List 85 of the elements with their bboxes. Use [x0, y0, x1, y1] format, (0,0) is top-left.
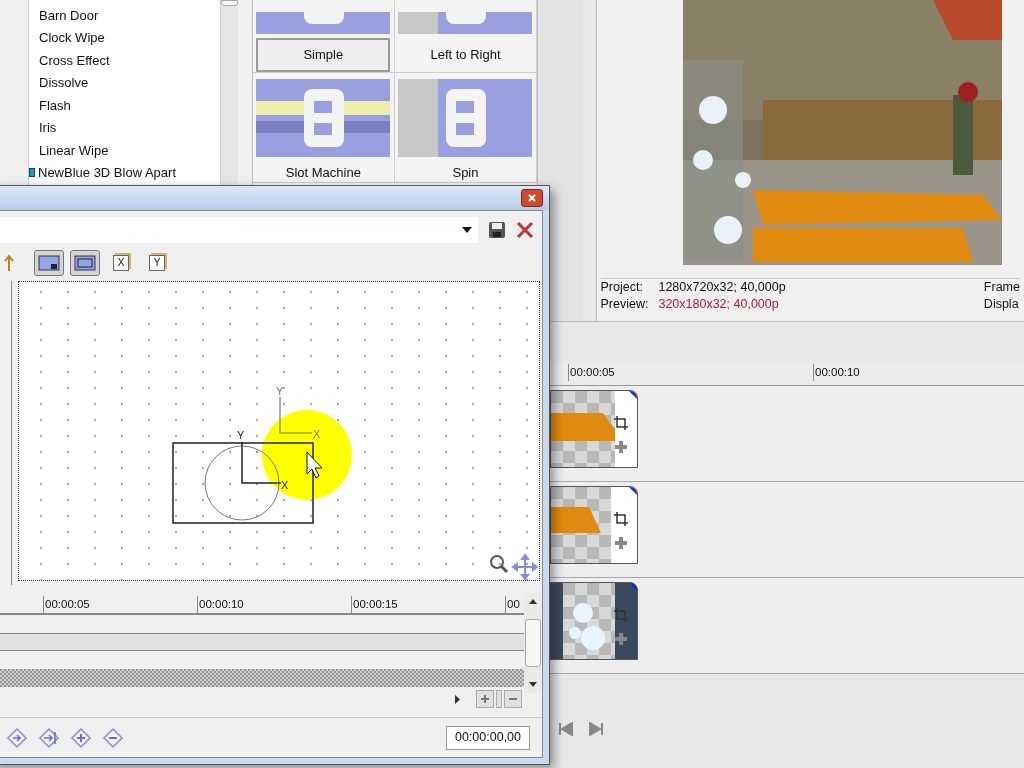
mouse-cursor-icon — [306, 451, 323, 479]
plus-icon — [481, 695, 489, 703]
preset-label[interactable]: Left to Right — [398, 38, 533, 72]
transition-item[interactable]: Barn Door — [29, 4, 220, 27]
skip-forward-icon[interactable] — [588, 722, 604, 736]
crop-icon[interactable] — [613, 415, 629, 431]
close-icon — [528, 194, 536, 202]
info-value: 1280x720x32; 40,000p — [658, 279, 786, 296]
toolbar-button[interactable]: X — [106, 250, 136, 276]
timeline-ruler[interactable]: 00:00:05 00:00:10 — [550, 362, 1024, 386]
info-label: Displa — [983, 296, 1020, 313]
previous-keyframe-button[interactable] — [6, 726, 28, 749]
zoom-slider-handle[interactable] — [496, 690, 502, 708]
preset-label[interactable]: Spin — [398, 161, 533, 185]
keyframe-canvas[interactable]: Y Y X X — [18, 281, 540, 581]
scrollbar[interactable] — [524, 593, 542, 693]
ruler-label: 00:00:15 — [351, 596, 398, 614]
transition-item[interactable]: NewBlue 3D Blow Apart — [29, 161, 220, 184]
skip-back-icon[interactable] — [558, 722, 574, 736]
transition-item[interactable]: Dissolve — [29, 71, 220, 94]
marker-icon — [629, 487, 637, 495]
marker-icon — [629, 583, 637, 591]
keyframe-track[interactable] — [0, 669, 524, 687]
keyframe-icon — [6, 726, 28, 749]
axis-lines — [241, 441, 282, 484]
zoom-in-button[interactable] — [476, 690, 494, 708]
last-keyframe-button[interactable] — [38, 726, 60, 749]
video-clip[interactable] — [550, 486, 638, 564]
transition-item[interactable]: Flash — [29, 94, 220, 117]
info-label: Preview: — [600, 296, 649, 313]
pan-icon[interactable] — [613, 439, 629, 455]
scroll-thumb[interactable] — [221, 0, 238, 6]
save-icon[interactable] — [488, 221, 506, 239]
transition-item[interactable]: Cross Effect — [29, 49, 220, 72]
ruler-label: 00:00:10 — [197, 596, 244, 614]
delete-keyframe-button[interactable] — [102, 726, 124, 749]
time-field[interactable]: 00:00:00,00 — [446, 725, 530, 750]
info-value: 320x180x32; 40,000p — [658, 296, 780, 313]
zoom-icon[interactable] — [490, 555, 509, 574]
close-button[interactable] — [521, 189, 543, 207]
marker-icon — [629, 391, 637, 399]
scroll-up-icon[interactable] — [529, 599, 537, 604]
info-label: Frame — [983, 279, 1020, 296]
axis-label: Y — [237, 429, 245, 441]
plugin-icon — [29, 168, 35, 178]
preset-label[interactable]: Slot Machine — [256, 161, 391, 185]
axis-label: X — [313, 428, 321, 440]
caret-icon — [462, 227, 472, 233]
pan-icon[interactable] — [613, 631, 629, 647]
scroll-down-icon[interactable] — [529, 682, 537, 687]
arrow-icon — [4, 254, 14, 272]
toolbar-button[interactable] — [34, 250, 64, 276]
keyframe-icon — [38, 726, 60, 749]
axis-label: Y — [276, 385, 284, 397]
frame-icon — [74, 255, 96, 271]
delete-icon[interactable] — [516, 221, 534, 239]
ruler-label: 00 — [505, 596, 520, 614]
minus-icon — [509, 695, 517, 703]
ruler-label: 00:00:05 — [43, 596, 90, 614]
play-marker-icon — [455, 694, 460, 704]
add-keyframe-button[interactable] — [70, 726, 92, 749]
transition-item[interactable]: Linear Wipe — [29, 139, 220, 162]
crop-icon[interactable] — [613, 511, 629, 527]
axis-lines — [279, 396, 313, 434]
pan-icon[interactable] — [613, 535, 629, 551]
keyframe-ruler[interactable]: 00:00:05 00:00:10 00:00:15 00 — [0, 593, 524, 615]
preset-label[interactable]: Simple — [256, 38, 391, 72]
keyframe-icon — [102, 726, 124, 749]
ruler-label: 00:00:10 — [813, 364, 860, 382]
video-clip[interactable] — [550, 390, 638, 468]
transition-item[interactable]: Clock Wipe — [29, 26, 220, 49]
rotation-circle[interactable] — [204, 445, 280, 521]
scroll-thumb[interactable] — [525, 619, 541, 667]
frame-rectangle[interactable] — [172, 442, 314, 524]
zoom-out-button[interactable] — [504, 690, 522, 708]
toolbar-button[interactable]: Y — [142, 250, 172, 276]
move-icon[interactable] — [512, 554, 538, 580]
crop-icon[interactable] — [613, 607, 629, 623]
transition-item[interactable]: Iris — [29, 116, 220, 139]
ruler-label: 00:00:05 — [568, 364, 615, 382]
axis-label: X — [281, 479, 289, 491]
info-label: Project: — [600, 279, 644, 296]
frame-icon — [38, 255, 60, 271]
keyframe-icon — [70, 726, 92, 749]
video-clip[interactable] — [550, 582, 638, 660]
